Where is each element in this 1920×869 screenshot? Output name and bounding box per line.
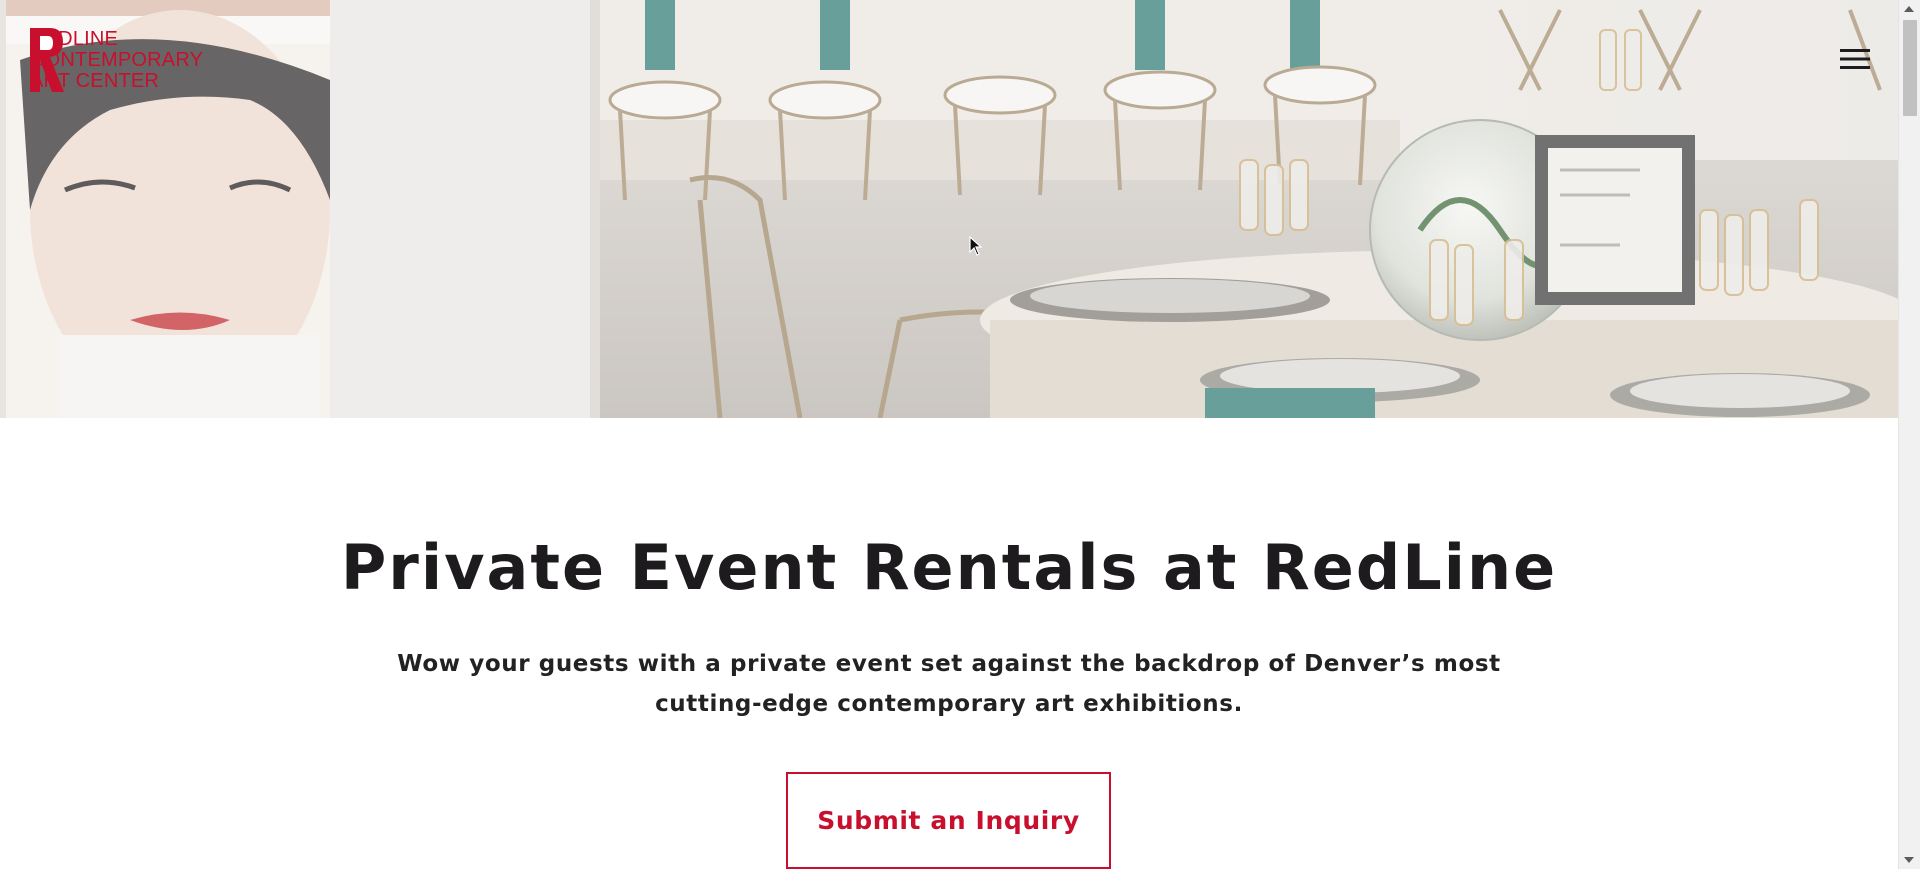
menu-button[interactable] bbox=[1840, 48, 1880, 78]
hamburger-menu-icon bbox=[1840, 49, 1870, 69]
site-logo[interactable]: REDLINE CONTEMPORARY ART CENTER bbox=[30, 28, 270, 92]
page-intro: Wow your guests with a private event set… bbox=[397, 651, 1501, 717]
scroll-up-arrow-icon[interactable] bbox=[1904, 6, 1914, 12]
hero-overlay bbox=[0, 0, 1898, 418]
hero-banner: REDLINE CONTEMPORARY ART CENTER bbox=[0, 0, 1898, 418]
submit-inquiry-label: Submit an Inquiry bbox=[817, 806, 1080, 835]
main-content: Private Event Rentals at RedLine Wow you… bbox=[0, 418, 1898, 869]
submit-inquiry-button[interactable]: Submit an Inquiry bbox=[786, 772, 1111, 869]
scroll-down-arrow-icon[interactable] bbox=[1904, 857, 1914, 863]
vertical-scrollbar[interactable] bbox=[1898, 0, 1920, 869]
redline-logo-icon bbox=[30, 28, 64, 92]
page-title: Private Event Rentals at RedLine bbox=[340, 531, 1558, 604]
page-viewport: REDLINE CONTEMPORARY ART CENTER Private … bbox=[0, 0, 1898, 869]
scrollbar-thumb[interactable] bbox=[1903, 20, 1917, 116]
mouse-cursor-icon bbox=[969, 236, 983, 256]
